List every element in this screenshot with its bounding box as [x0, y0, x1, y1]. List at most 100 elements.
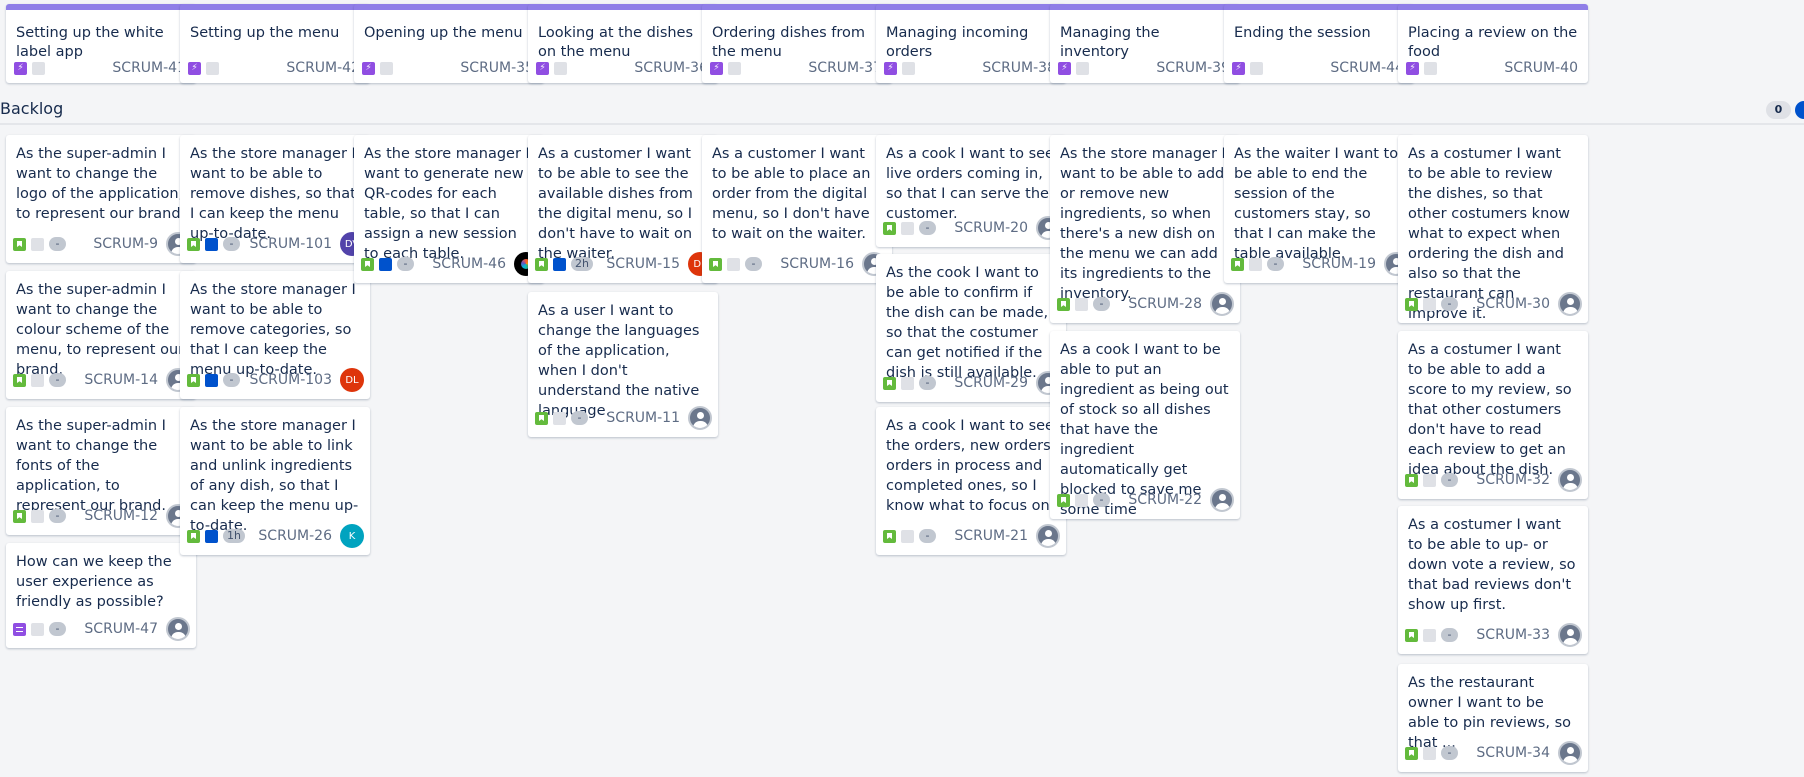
issue-key[interactable]: SCRUM-37	[808, 60, 882, 76]
epic-card[interactable]: Looking at the dishes on the menu ⚡ SCRUM-…	[528, 4, 718, 83]
issue-card[interactable]: As a cook I want to be able to put an in…	[1050, 331, 1240, 519]
user-avatar-icon[interactable]	[1558, 623, 1582, 647]
issue-summary: How can we keep the user experience as f…	[16, 554, 172, 610]
issue-key[interactable]: SCRUM-9	[93, 236, 158, 252]
issue-card[interactable]: As the waiter I want to be able to end t…	[1224, 135, 1414, 283]
issue-key[interactable]: SCRUM-15	[606, 256, 680, 272]
user-avatar-icon[interactable]	[166, 617, 190, 641]
issue-card[interactable]: How can we keep the user experience as f…	[6, 543, 196, 648]
epic-title: Setting up the menu	[190, 25, 340, 41]
issue-card[interactable]: As a customer I want to be able to see t…	[528, 135, 718, 283]
issue-card[interactable]: As the super-admin I want to change the …	[6, 271, 196, 399]
epic-card[interactable]: Ordering dishes from the menu ⚡ SCRUM-37	[702, 4, 892, 83]
issue-key[interactable]: SCRUM-21	[954, 528, 1028, 544]
issue-card[interactable]: As a cook I want to see the orders, new …	[876, 407, 1066, 555]
epic-card[interactable]: Setting up the menu ⚡ SCRUM-42	[180, 4, 370, 83]
user-avatar-icon[interactable]	[1558, 741, 1582, 765]
issue-key[interactable]: SCRUM-28	[1128, 296, 1202, 312]
issue-footer: - SCRUM-101 DV	[187, 231, 364, 257]
issue-key[interactable]: SCRUM-39	[1156, 60, 1230, 76]
issue-card[interactable]: As the store manager I want to be able t…	[180, 135, 370, 263]
user-avatar-icon[interactable]	[1210, 488, 1234, 512]
user-avatar-icon[interactable]	[1036, 524, 1060, 548]
issue-key[interactable]: SCRUM-101	[250, 236, 333, 252]
issue-card[interactable]: As a costumer I want to be able to up- o…	[1398, 506, 1588, 654]
user-avatar[interactable]: K	[340, 524, 364, 548]
estimate-badge: 1h	[223, 529, 245, 543]
issue-key[interactable]: SCRUM-36	[634, 60, 708, 76]
user-avatar[interactable]: DL	[340, 368, 364, 392]
issue-summary: As a cook I want to see the orders, new …	[886, 418, 1056, 514]
epic-card[interactable]: Setting up the white label app ⚡ SCRUM-41	[6, 4, 196, 83]
issue-card[interactable]: As the store manager I want to be able t…	[180, 407, 370, 555]
estimate-badge: -	[919, 529, 936, 543]
issue-key[interactable]: SCRUM-103	[250, 372, 333, 388]
issue-card[interactable]: As the cook I want to be able to confirm…	[876, 254, 1066, 402]
epic-footer: ⚡ SCRUM-44	[1232, 59, 1404, 77]
estimate-badge: -	[223, 237, 240, 251]
issue-key[interactable]: SCRUM-14	[84, 372, 158, 388]
issue-card[interactable]: As the restaurant owner I want to be abl…	[1398, 664, 1588, 772]
issue-key[interactable]: SCRUM-11	[606, 410, 680, 426]
issue-key[interactable]: SCRUM-41	[112, 60, 186, 76]
issue-card[interactable]: As a costumer I want to be able to revie…	[1398, 135, 1588, 323]
issue-summary: As the waiter I want to be able to end t…	[1234, 146, 1399, 262]
epic-title: Placing a review on the food	[1408, 25, 1578, 60]
epic-card[interactable]: Ending the session ⚡ SCRUM-44	[1224, 4, 1414, 83]
issue-card[interactable]: As a cook I want to see live orders comi…	[876, 135, 1066, 247]
issue-key[interactable]: SCRUM-16	[780, 256, 854, 272]
issue-key[interactable]: SCRUM-30	[1476, 296, 1550, 312]
issue-key[interactable]: SCRUM-35	[460, 60, 534, 76]
issue-card[interactable]: As the store manager I want to be able t…	[1050, 135, 1240, 323]
status-square-icon	[205, 529, 218, 543]
issue-key[interactable]: SCRUM-19	[1302, 256, 1376, 272]
user-avatar-icon[interactable]	[1558, 468, 1582, 492]
issue-card[interactable]: As the super-admin I want to change the …	[6, 135, 196, 263]
issue-card[interactable]: As the store manager I want to generate …	[354, 135, 544, 283]
epic-footer: ⚡ SCRUM-39	[1058, 59, 1230, 77]
estimate-badge: -	[571, 411, 588, 425]
epic-card[interactable]: Managing incoming orders ⚡ SCRUM-38	[876, 4, 1066, 83]
issue-key[interactable]: SCRUM-20	[954, 220, 1028, 236]
issue-key[interactable]: SCRUM-42	[286, 60, 360, 76]
estimate-badge: -	[223, 373, 240, 387]
status-square-icon	[31, 622, 44, 636]
user-avatar-icon[interactable]	[688, 406, 712, 430]
issue-footer: - SCRUM-33	[1405, 622, 1582, 648]
estimate-badge: -	[1093, 493, 1110, 507]
issue-key[interactable]: SCRUM-29	[954, 375, 1028, 391]
issue-key[interactable]: SCRUM-22	[1128, 492, 1202, 508]
status-square-icon	[901, 376, 914, 390]
issue-key[interactable]: SCRUM-44	[1330, 60, 1404, 76]
issue-card[interactable]: As a customer I want to be able to place…	[702, 135, 892, 283]
epic-card[interactable]: Managing the inventory ⚡ SCRUM-39	[1050, 4, 1240, 83]
epic-card[interactable]: Placing a review on the food ⚡ SCRUM-40	[1398, 4, 1588, 83]
issue-key[interactable]: SCRUM-38	[982, 60, 1056, 76]
user-avatar-icon[interactable]	[1558, 292, 1582, 316]
story-bookmark-icon	[1405, 297, 1418, 311]
status-square-icon	[205, 237, 218, 251]
story-bookmark-icon	[1405, 746, 1418, 760]
issue-card[interactable]: As a user I want to change the languages…	[528, 292, 718, 437]
issue-key[interactable]: SCRUM-46	[432, 256, 506, 272]
story-bookmark-icon	[187, 237, 200, 251]
issue-key[interactable]: SCRUM-32	[1476, 472, 1550, 488]
issue-card[interactable]: As a costumer I want to be able to add a…	[1398, 331, 1588, 499]
issue-card[interactable]: As the super-admin I want to change the …	[6, 407, 196, 535]
story-bookmark-icon	[709, 257, 722, 271]
issue-summary: As a cook I want to see live orders comi…	[886, 146, 1054, 222]
issue-key[interactable]: SCRUM-47	[84, 621, 158, 637]
epic-card[interactable]: Opening up the menu ⚡ SCRUM-35	[354, 4, 544, 83]
backlog-section-header[interactable]: Backlog 0	[0, 91, 1804, 125]
epic-title: Managing the inventory	[1060, 25, 1160, 60]
issue-key[interactable]: SCRUM-33	[1476, 627, 1550, 643]
issue-key[interactable]: SCRUM-26	[258, 528, 332, 544]
issue-count-badge: 0	[1766, 101, 1791, 119]
estimate-badge: -	[1267, 257, 1284, 271]
issue-key[interactable]: SCRUM-34	[1476, 745, 1550, 761]
issue-key[interactable]: SCRUM-40	[1504, 60, 1578, 76]
user-avatar-icon[interactable]	[1210, 292, 1234, 316]
issue-card[interactable]: As the store manager I want to be able t…	[180, 271, 370, 399]
issue-key[interactable]: SCRUM-12	[84, 508, 158, 524]
estimate-badge: 2h	[571, 257, 593, 271]
